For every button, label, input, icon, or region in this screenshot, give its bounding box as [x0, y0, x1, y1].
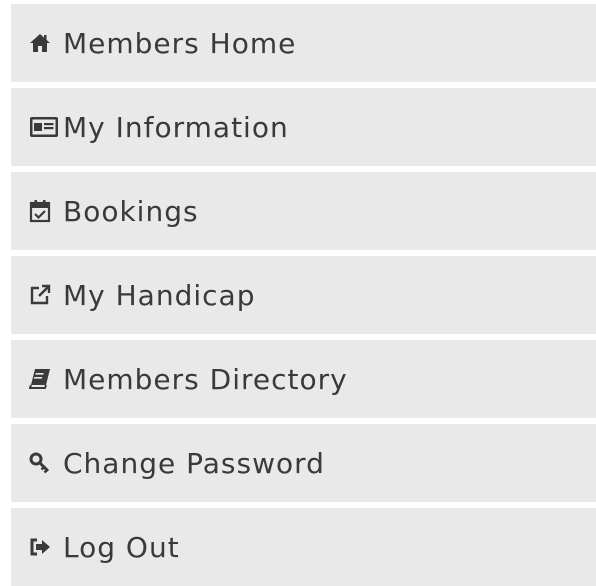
id-card-icon	[29, 113, 63, 141]
menu-item-log-out[interactable]: Log Out	[11, 508, 596, 586]
menu-item-label: Log Out	[63, 530, 180, 564]
home-icon	[29, 29, 63, 57]
menu-item-my-handicap[interactable]: My Handicap	[11, 256, 596, 334]
menu-item-members-directory[interactable]: Members Directory	[11, 340, 596, 418]
menu-item-label: Change Password	[63, 446, 325, 480]
menu-item-label: Bookings	[63, 194, 199, 228]
sign-out-icon	[29, 533, 63, 561]
menu-item-label: My Information	[63, 110, 289, 144]
menu-item-label: My Handicap	[63, 278, 256, 312]
menu-item-my-information[interactable]: My Information	[11, 88, 596, 166]
book-icon	[29, 365, 63, 393]
calendar-check-icon	[29, 197, 63, 225]
menu-item-change-password[interactable]: Change Password	[11, 424, 596, 502]
menu-item-label: Members Home	[63, 26, 297, 60]
menu-item-members-home[interactable]: Members Home	[11, 4, 596, 82]
members-menu: Members Home My Information Bookings My …	[11, 4, 596, 586]
external-link-icon	[29, 281, 63, 309]
key-icon	[29, 449, 63, 477]
menu-item-label: Members Directory	[63, 362, 348, 396]
menu-item-bookings[interactable]: Bookings	[11, 172, 596, 250]
